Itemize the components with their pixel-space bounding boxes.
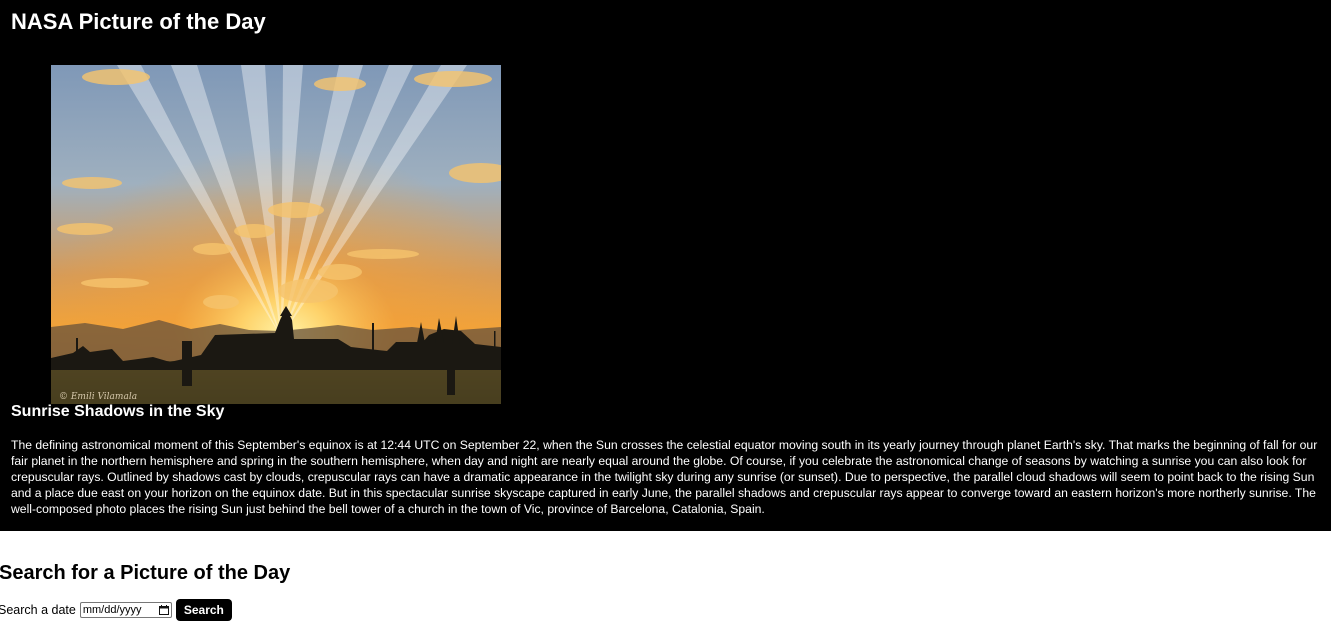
- photo-credit: © Emili Vilamala: [59, 392, 137, 402]
- date-search-form: Search a date mm/dd/yyyy Search: [0, 599, 232, 621]
- apod-image: © Emili Vilamala: [51, 65, 501, 404]
- search-heading: Search for a Picture of the Day: [0, 562, 291, 584]
- date-input[interactable]: mm/dd/yyyy: [79, 602, 172, 618]
- page-title: NASA Picture of the Day: [11, 9, 266, 34]
- picture-description: The defining astronomical moment of this…: [11, 438, 1318, 516]
- search-date-label: Search a date: [0, 603, 76, 617]
- sunrise-photo: © Emili Vilamala: [51, 65, 501, 404]
- calendar-icon[interactable]: [158, 605, 169, 615]
- picture-of-the-day-panel: NASA Picture of the Day © Emili Vilamala…: [0, 0, 1331, 531]
- picture-title: Sunrise Shadows in the Sky: [11, 403, 225, 420]
- date-placeholder: mm/dd/yyyy: [82, 604, 142, 616]
- search-button[interactable]: Search: [175, 599, 232, 621]
